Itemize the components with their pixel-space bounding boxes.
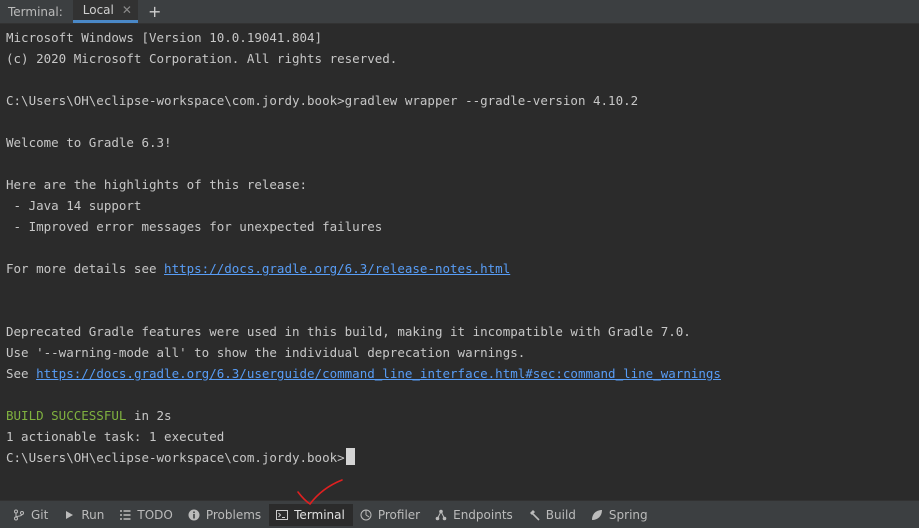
console-line: Use '--warning-mode all' to show the ind…: [6, 345, 526, 360]
toolwindow-label: Build: [545, 507, 576, 522]
toolwindow-todo-button[interactable]: TODO: [112, 504, 180, 526]
tab-local[interactable]: Local ✕: [72, 0, 138, 23]
line-text: See: [6, 366, 37, 381]
console-line: - Java 14 support: [6, 198, 142, 213]
toolwindow-label: TODO: [137, 507, 173, 522]
toolwindow-label: Problems: [205, 507, 262, 522]
text-cursor[interactable]: [345, 448, 355, 465]
tab-local-label: Local: [82, 3, 114, 17]
git-branch-icon: [12, 508, 26, 522]
console-line: See https://docs.gradle.org/6.3/userguid…: [6, 363, 913, 384]
toolwindow-label: Endpoints: [453, 507, 513, 522]
play-icon: [62, 508, 76, 522]
console-line: Microsoft Windows [Version 10.0.19041.80…: [6, 30, 323, 45]
command-prompt: C:\Users\OH\eclipse-workspace\com.jordy.…: [6, 450, 345, 465]
console-line: (c) 2020 Microsoft Corporation. All righ…: [6, 51, 398, 66]
console-line: BUILD SUCCESSFUL in 2s: [6, 405, 913, 426]
toolwindow-label: Git: [31, 507, 49, 522]
add-tab-button[interactable]: +: [138, 0, 171, 23]
spring-leaf-icon: [590, 508, 604, 522]
toolwindow-profiler-button[interactable]: Profiler: [353, 504, 428, 526]
toolwindow-label: Terminal: [294, 507, 345, 522]
tool-window-bar: Git Run TODO Problems Terminal Profiler Endpoi…: [0, 500, 919, 528]
profiler-icon: [359, 508, 373, 522]
console-link[interactable]: https://docs.gradle.org/6.3/release-note…: [164, 261, 510, 276]
hammer-icon: [527, 508, 541, 522]
build-successful-text: BUILD SUCCESSFUL: [6, 408, 127, 423]
toolwindow-label: Profiler: [377, 507, 421, 522]
console-line: Deprecated Gradle features were used in …: [6, 324, 691, 339]
console-line: For more details see https://docs.gradle…: [6, 258, 913, 279]
terminal-icon: [275, 508, 289, 522]
toolwindow-build-button[interactable]: Build: [521, 504, 584, 526]
toolwindow-spring-button[interactable]: Spring: [584, 504, 656, 526]
console-line: - Improved error messages for unexpected…: [6, 219, 383, 234]
console-line: Here are the highlights of this release:: [6, 177, 308, 192]
build-duration-text: in 2s: [126, 408, 172, 423]
toolwindow-run-button[interactable]: Run: [56, 504, 112, 526]
toolwindow-terminal-button[interactable]: Terminal: [269, 503, 353, 526]
toolwindow-problems-button[interactable]: Problems: [181, 504, 269, 526]
toolwindow-label: Run: [81, 507, 105, 522]
terminal-label: Terminal:: [8, 4, 63, 19]
toolwindow-git-button[interactable]: Git: [6, 504, 56, 526]
console-line: C:\Users\OH\eclipse-workspace\com.jordy.…: [6, 447, 913, 468]
terminal-tabbar: Terminal: Local ✕ +: [0, 0, 919, 24]
line-text: For more details see: [6, 261, 165, 276]
toolwindow-label: Spring: [608, 507, 648, 522]
info-icon: [187, 508, 201, 522]
terminal-output[interactable]: Microsoft Windows [Version 10.0.19041.80…: [0, 25, 919, 497]
console-line: 1 actionable task: 1 executed: [6, 429, 225, 444]
toolwindow-endpoints-button[interactable]: Endpoints: [428, 504, 521, 526]
console-line: Welcome to Gradle 6.3!: [6, 135, 172, 150]
console-line: C:\Users\OH\eclipse-workspace\com.jordy.…: [6, 93, 639, 108]
endpoints-icon: [434, 508, 448, 522]
list-icon: [118, 508, 132, 522]
close-icon[interactable]: ✕: [122, 3, 132, 17]
console-link[interactable]: https://docs.gradle.org/6.3/userguide/co…: [36, 366, 721, 381]
